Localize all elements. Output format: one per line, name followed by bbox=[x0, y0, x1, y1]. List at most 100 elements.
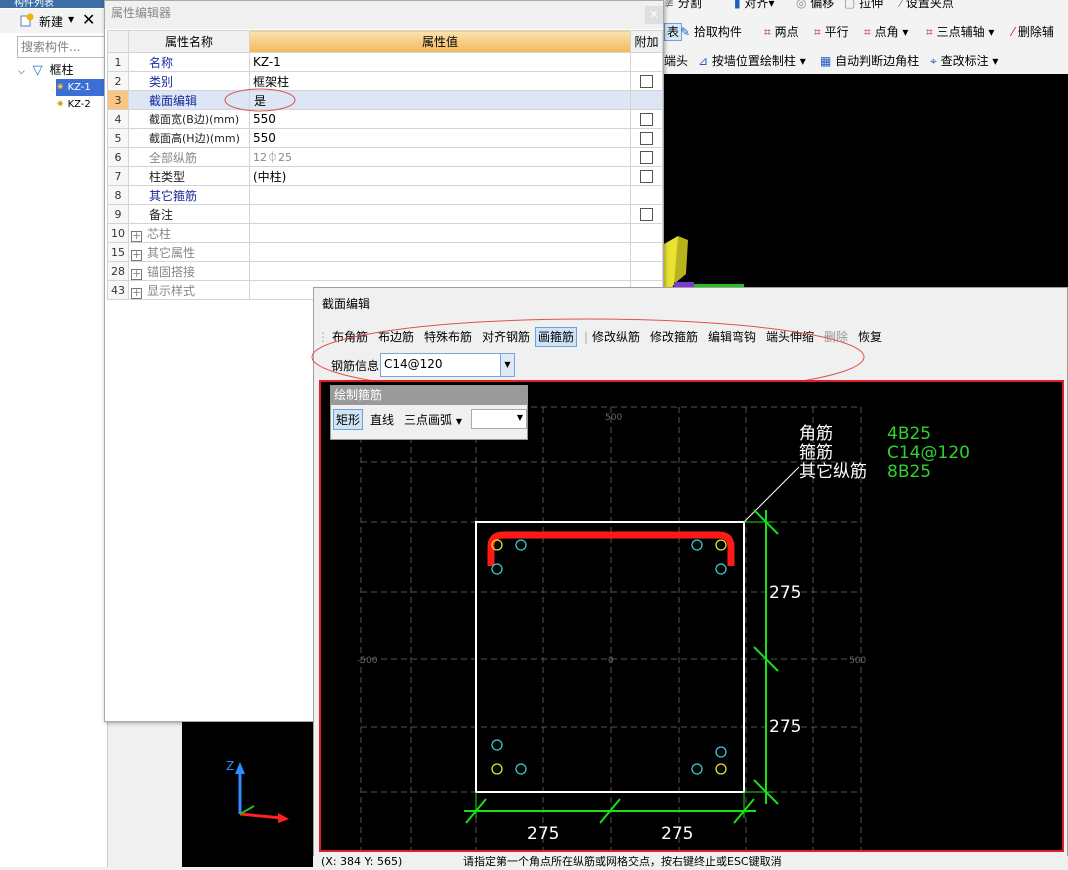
draw-column-icon: ⊿ bbox=[698, 54, 712, 68]
tree-item-kz1[interactable]: ✷ KZ-1 bbox=[56, 79, 108, 96]
expand-icon[interactable]: + bbox=[131, 287, 142, 299]
property-value[interactable]: 12⏀25 bbox=[248, 147, 631, 167]
property-value[interactable]: 550 bbox=[248, 109, 631, 129]
y-axis-icon bbox=[239, 805, 255, 815]
z-axis-label: Z bbox=[226, 759, 234, 773]
pick-icon: ✎ bbox=[680, 25, 694, 39]
property-name: 全部纵筋 bbox=[128, 147, 250, 167]
extra-checkbox[interactable] bbox=[639, 131, 653, 145]
point-angle-button[interactable]: ⌗ 点角 ▾ bbox=[864, 24, 908, 40]
tree-node-root[interactable]: ⌵ ▽ 框柱 bbox=[18, 62, 108, 79]
two-point-icon: ⌗ bbox=[764, 25, 775, 39]
parallel-axis-button[interactable]: ⌗ 平行 bbox=[814, 24, 849, 40]
property-group-name[interactable]: + 显示样式 bbox=[128, 280, 250, 300]
dimension-label-bottom-right: 275 bbox=[661, 824, 693, 844]
property-group-row[interactable]: 10 + 芯柱 bbox=[107, 223, 664, 243]
axis-viewport: Z bbox=[182, 722, 314, 867]
new-button[interactable]: 新建 bbox=[39, 13, 63, 30]
align-button[interactable]: ▮ 对齐▾ bbox=[734, 0, 774, 11]
delete-component-icon[interactable]: ✕ bbox=[82, 10, 95, 29]
tree-item-kz2[interactable]: ✷ KZ-2 bbox=[56, 96, 108, 113]
dimension-label-right-lower: 275 bbox=[769, 717, 801, 737]
extra-checkbox[interactable] bbox=[639, 207, 653, 221]
side-bar bbox=[515, 763, 527, 775]
delete-axis-button[interactable]: ⁄ 删除辅 bbox=[1012, 24, 1054, 40]
property-name: 名称 bbox=[128, 52, 250, 72]
property-value[interactable]: KZ-1 bbox=[248, 52, 631, 72]
expand-icon[interactable]: + bbox=[131, 249, 142, 261]
extra-checkbox[interactable] bbox=[639, 150, 653, 164]
expand-icon[interactable]: + bbox=[131, 268, 142, 280]
section-canvas[interactable]: 500 -500 0 500 角筋 箍筋 其它纵筋 4B25 C14@120 8… bbox=[319, 380, 1064, 852]
property-group-name[interactable]: + 芯柱 bbox=[128, 223, 250, 243]
component-search-input[interactable]: 搜索构件... bbox=[17, 36, 108, 58]
auto-corner-column-button[interactable]: ▦ 自动判断边角柱 bbox=[820, 53, 919, 69]
property-row[interactable]: 9 备注 bbox=[107, 204, 664, 224]
pick-component-button[interactable]: ✎ 拾取构件 bbox=[680, 24, 742, 40]
stretch-icon: ▢ bbox=[844, 0, 860, 10]
draw-column-by-wall-button[interactable]: ⊿ 按墙位置绘制柱 ▾ bbox=[698, 53, 806, 69]
extra-checkbox[interactable] bbox=[639, 74, 653, 88]
property-row[interactable]: 8 其它箍筋 bbox=[107, 185, 664, 205]
section-drawing[interactable]: 500 -500 0 500 角筋 箍筋 其它纵筋 4B25 C14@120 8… bbox=[321, 382, 1062, 850]
new-component-icon[interactable] bbox=[20, 13, 34, 27]
property-value[interactable] bbox=[248, 185, 631, 205]
property-row[interactable]: 2 类别 框架柱 bbox=[107, 71, 664, 91]
side-bar bbox=[715, 746, 727, 758]
property-value[interactable]: 是 bbox=[248, 90, 631, 110]
legend-label-corner: 角筋 bbox=[799, 424, 833, 444]
property-row[interactable]: 6 全部纵筋 12⏀25 bbox=[107, 147, 664, 167]
grid-label-left: -500 bbox=[357, 656, 378, 666]
property-value[interactable]: 550 bbox=[248, 128, 631, 148]
grid-icon: ▦ bbox=[820, 54, 836, 68]
property-name: 备注 bbox=[128, 204, 250, 224]
property-group-row[interactable]: 15 + 其它属性 bbox=[107, 242, 664, 262]
grid-label-right: 500 bbox=[849, 656, 866, 666]
legend-label-other: 其它纵筋 bbox=[799, 462, 867, 482]
side-bar bbox=[515, 539, 527, 551]
section-editor-title: 截面编辑 bbox=[322, 297, 371, 311]
close-icon[interactable]: ✕ bbox=[645, 6, 663, 24]
expand-icon[interactable]: + bbox=[131, 230, 142, 242]
property-value[interactable]: (中柱) bbox=[248, 166, 631, 186]
legend-value-other: 8B25 bbox=[887, 462, 931, 482]
stretch-button[interactable]: ▢ 拉伸 bbox=[844, 0, 883, 11]
draw-extra-select[interactable]: ▼ bbox=[471, 409, 527, 429]
property-group-name[interactable]: + 其它属性 bbox=[128, 242, 250, 262]
collapse-icon[interactable]: ⌵ bbox=[18, 67, 25, 77]
three-point-axis-button[interactable]: ⌗ 三点辅轴 ▾ bbox=[926, 24, 994, 40]
property-row[interactable]: 4 截面宽(B边)(mm) 550 bbox=[107, 109, 664, 129]
chevron-down-icon[interactable]: ▼ bbox=[517, 413, 523, 422]
property-group-name[interactable]: + 锚固搭接 bbox=[128, 261, 250, 281]
new-dropdown-arrow-icon[interactable]: ▼ bbox=[68, 15, 74, 24]
split-button[interactable]: ≢ 分割 bbox=[664, 0, 702, 11]
property-name: 其它箍筋 bbox=[128, 185, 250, 205]
property-value[interactable]: 框架柱 bbox=[248, 71, 631, 91]
component-list-panel: 构件列表 新建 ▼ ✕ 搜索构件... ⌵ ▽ 框柱 ✷ KZ-1 ✷ KZ-2 bbox=[0, 0, 108, 867]
property-row[interactable]: 5 截面高(H边)(mm) 550 bbox=[107, 128, 664, 148]
extra-checkbox[interactable] bbox=[639, 112, 653, 126]
property-row[interactable]: 1 名称 KZ-1 bbox=[107, 52, 664, 72]
offset-button[interactable]: ◎ 偏移 bbox=[796, 0, 834, 11]
property-row[interactable]: 7 柱类型 (中柱) bbox=[107, 166, 664, 186]
annotation-ellipse bbox=[224, 88, 296, 112]
three-point-icon: ⌗ bbox=[926, 25, 937, 39]
tree-item-label: KZ-2 bbox=[67, 99, 91, 110]
property-row-selected[interactable]: 3 截面编辑 是 bbox=[107, 90, 664, 110]
property-group-row[interactable]: 28 + 锚固搭接 bbox=[107, 261, 664, 281]
draw-arc-button[interactable]: 三点画弧 ▼ bbox=[404, 411, 462, 428]
check-label-button[interactable]: ⌖ 查改标注 ▾ bbox=[930, 53, 998, 69]
align-icon: ▮ bbox=[734, 0, 745, 10]
draw-line-button[interactable]: 直线 bbox=[370, 411, 394, 428]
draw-rect-button[interactable]: 矩形 bbox=[333, 409, 364, 430]
property-name: 柱类型 bbox=[128, 166, 250, 186]
main-cad-viewport[interactable] bbox=[664, 74, 1068, 288]
property-value[interactable] bbox=[248, 204, 631, 224]
set-grip-button[interactable]: ⁄ 设置夹点 bbox=[900, 0, 954, 11]
two-point-axis-button[interactable]: ⌗ 两点 bbox=[764, 24, 799, 40]
dimension-bottom bbox=[464, 792, 756, 824]
end-button[interactable]: 端头 bbox=[664, 53, 688, 69]
rebar-legend: 角筋 箍筋 其它纵筋 4B25 C14@120 8B25 bbox=[799, 424, 970, 482]
legend-leader-line bbox=[743, 466, 800, 523]
extra-checkbox[interactable] bbox=[639, 169, 653, 183]
